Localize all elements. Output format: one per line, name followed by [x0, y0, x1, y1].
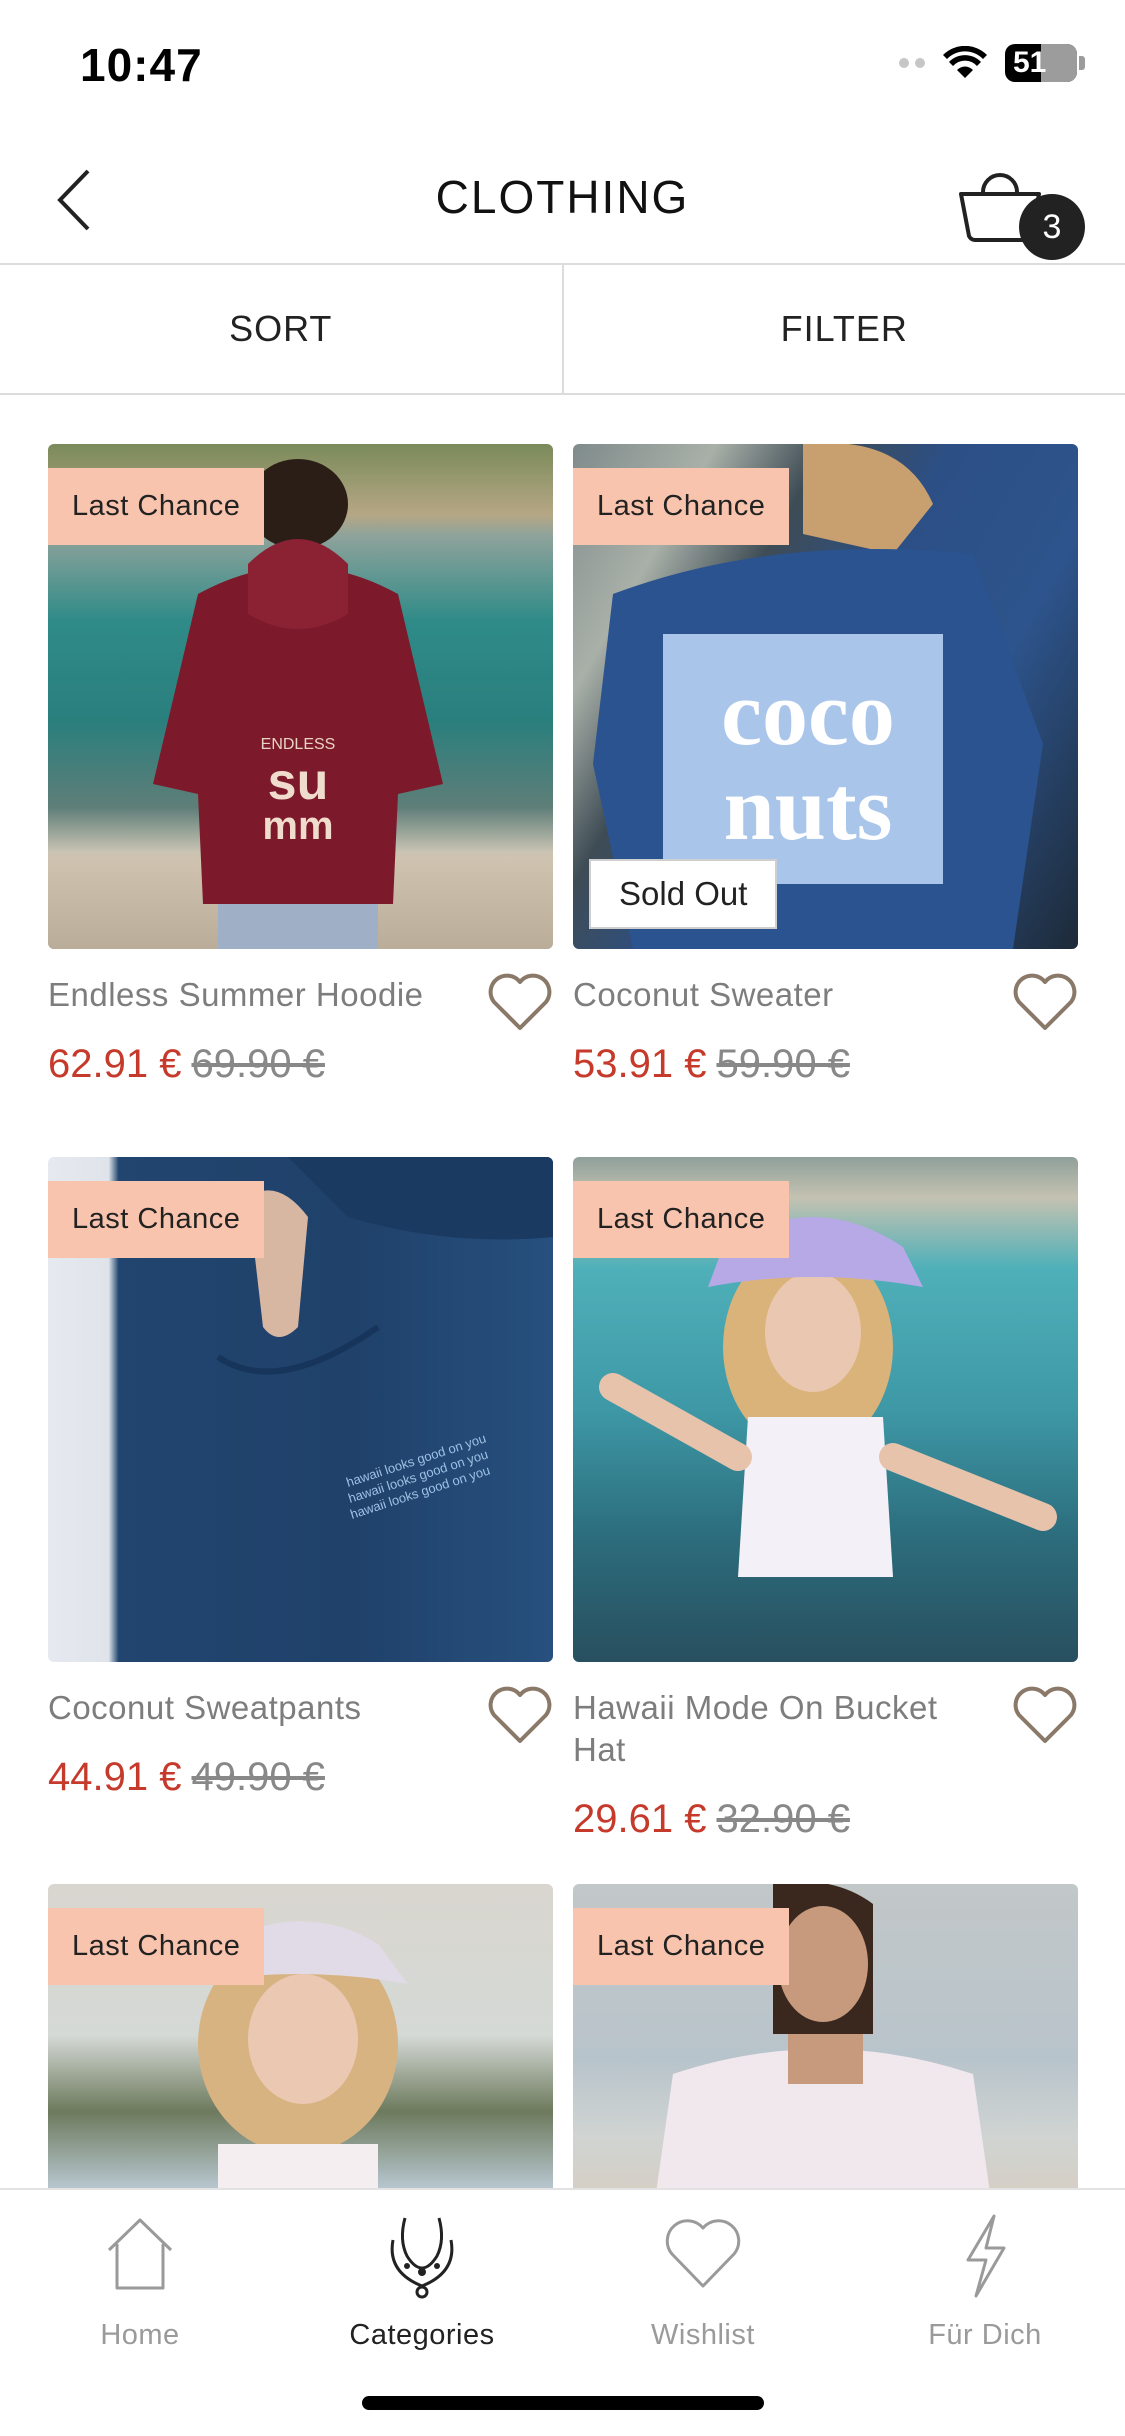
nav-label: Categories	[349, 2319, 495, 2351]
last-chance-tag: Last Chance	[573, 468, 790, 545]
nav-item-home[interactable]: Home	[20, 2210, 260, 2352]
heart-icon	[488, 1686, 552, 1743]
cart-count-badge: 3	[1019, 194, 1085, 260]
wifi-icon	[943, 46, 987, 78]
product-image[interactable]: hawaii looks good on you hawaii looks go…	[48, 1157, 553, 1662]
original-price: 69.90 €	[191, 1042, 325, 1086]
product-card[interactable]: Last Chance	[48, 1884, 553, 2188]
product-image[interactable]: Last Chance	[573, 1884, 1078, 2188]
sale-price: 44.91 €	[48, 1755, 182, 1799]
sold-out-badge: Sold Out	[589, 859, 778, 929]
product-image[interactable]: ENDLESS su mm Last Chance	[48, 444, 553, 949]
necklace-icon	[390, 2217, 454, 2299]
battery-icon: 51	[1005, 44, 1077, 82]
price-row: 53.91 €59.90 €	[573, 1042, 850, 1087]
price-row: 29.61 €32.90 €	[573, 1797, 850, 1842]
status-icons: 51	[899, 44, 1085, 82]
sale-price: 29.61 €	[573, 1797, 707, 1841]
wishlist-button[interactable]	[1012, 1685, 1078, 1745]
original-price: 59.90 €	[716, 1042, 850, 1086]
price-row: 62.91 €69.90 €	[48, 1042, 325, 1087]
filter-button[interactable]: FILTER	[564, 265, 1125, 393]
nav-label: Home	[100, 2319, 180, 2351]
wishlist-button[interactable]	[487, 1685, 553, 1745]
status-time: 10:47	[80, 39, 203, 91]
product-image[interactable]: Last Chance	[48, 1884, 553, 2188]
svg-text:nuts: nuts	[724, 757, 893, 859]
svg-text:coco: coco	[721, 662, 895, 764]
page-header: CLOTHING 3	[0, 130, 1125, 265]
product-image[interactable]: coco nuts Last Chance Sold Out	[573, 444, 1078, 949]
product-image[interactable]: Last Chance	[573, 1157, 1078, 1662]
product-card[interactable]: Last Chance Hawaii Mode On Bucket Hat 29…	[573, 1157, 1078, 1841]
wishlist-button[interactable]	[1012, 972, 1078, 1032]
sort-button[interactable]: SORT	[0, 265, 564, 393]
sale-price: 62.91 €	[48, 1042, 182, 1086]
home-indicator	[362, 2396, 764, 2410]
svg-text:ENDLESS: ENDLESS	[261, 736, 336, 753]
heart-icon	[1013, 1686, 1077, 1743]
sale-price: 53.91 €	[573, 1042, 707, 1086]
home-icon	[107, 2218, 173, 2290]
lightning-icon	[966, 2214, 1006, 2298]
svg-text:mm: mm	[262, 804, 333, 848]
status-bar: 10:47 51	[0, 0, 1125, 130]
product-card[interactable]: Last Chance	[573, 1884, 1078, 2188]
heart-icon	[488, 973, 552, 1030]
product-name: Coconut Sweatpants	[48, 1689, 362, 1726]
product-name: Hawaii Mode On Bucket Hat	[573, 1689, 938, 1768]
last-chance-tag: Last Chance	[573, 1181, 790, 1258]
cart-button[interactable]: 3	[955, 154, 1085, 264]
product-name: Endless Summer Hoodie	[48, 976, 424, 1013]
heart-icon	[665, 2219, 741, 2288]
last-chance-tag: Last Chance	[48, 1181, 265, 1258]
price-row: 44.91 €49.90 €	[48, 1755, 325, 1800]
product-name: Coconut Sweater	[573, 976, 834, 1013]
wishlist-button[interactable]	[487, 972, 553, 1032]
heart-icon	[1013, 973, 1077, 1030]
original-price: 49.90 €	[191, 1755, 325, 1799]
cellular-signal-icon	[899, 58, 925, 68]
nav-item-fuer-dich[interactable]: Für Dich	[865, 2210, 1105, 2352]
product-card[interactable]: ENDLESS su mm Last Chance Endless Summer…	[48, 444, 553, 1086]
product-grid: ENDLESS su mm Last Chance Endless Summer…	[48, 444, 1078, 2188]
original-price: 32.90 €	[716, 1797, 850, 1841]
last-chance-tag: Last Chance	[573, 1908, 790, 1985]
nav-item-categories[interactable]: Categories	[302, 2210, 542, 2352]
nav-label: Wishlist	[651, 2319, 755, 2351]
nav-label: Für Dich	[928, 2319, 1042, 2351]
sort-filter-bar: SORT FILTER	[0, 265, 1125, 395]
product-card[interactable]: hawaii looks good on you hawaii looks go…	[48, 1157, 553, 1799]
product-card[interactable]: coco nuts Last Chance Sold Out Coconut S…	[573, 444, 1078, 1086]
svg-text:su: su	[268, 753, 329, 811]
last-chance-tag: Last Chance	[48, 1908, 265, 1985]
nav-item-wishlist[interactable]: Wishlist	[583, 2210, 823, 2352]
battery-level: 51	[1013, 46, 1047, 79]
last-chance-tag: Last Chance	[48, 468, 265, 545]
